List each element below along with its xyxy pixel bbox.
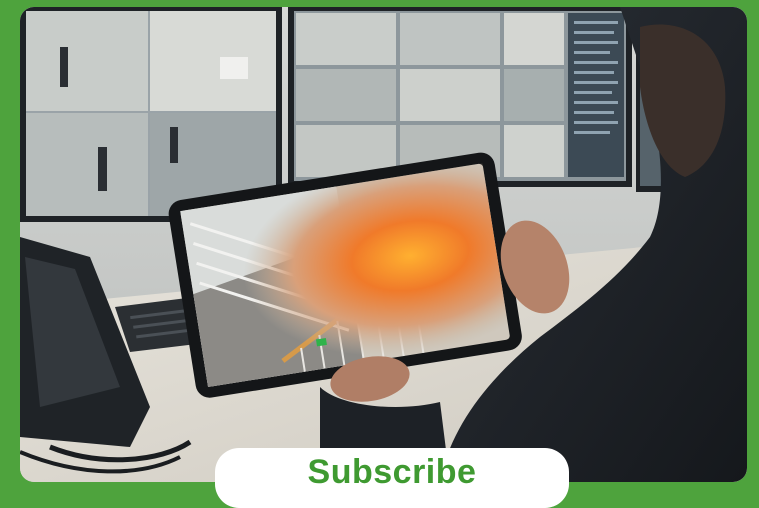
subscribe-button[interactable]: Subscribe (215, 448, 569, 508)
photo-frame (20, 7, 747, 482)
left-monitor (20, 7, 282, 222)
subscribe-label: Subscribe (307, 453, 477, 491)
security-room-photo (20, 7, 747, 482)
